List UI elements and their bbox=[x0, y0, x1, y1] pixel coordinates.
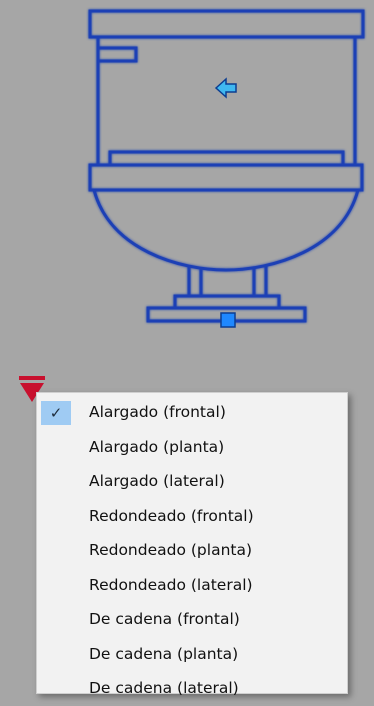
menu-item-alargado-lateral[interactable]: Alargado (lateral) bbox=[37, 464, 347, 499]
menu-item-label: Alargado (lateral) bbox=[89, 472, 225, 490]
menu-item-label: De cadena (lateral) bbox=[89, 679, 239, 697]
seat-band bbox=[88, 163, 364, 192]
flush-handle bbox=[96, 46, 138, 63]
menu-item-alargado-planta[interactable]: Alargado (planta) bbox=[37, 430, 347, 465]
menu-item-de-cadena-frontal[interactable]: De cadena (frontal) bbox=[37, 602, 347, 637]
menu-item-label: Alargado (planta) bbox=[89, 437, 225, 456]
toilet-bowl bbox=[92, 189, 360, 272]
menu-item-redondeado-planta[interactable]: Redondeado (planta) bbox=[37, 533, 347, 568]
menu-item-label: Alargado (frontal) bbox=[89, 403, 226, 421]
flip-arrow-icon[interactable] bbox=[214, 77, 237, 99]
menu-item-alargado-frontal[interactable]: ✓ Alargado (frontal) bbox=[37, 395, 347, 430]
menu-item-de-cadena-planta[interactable]: De cadena (planta) bbox=[37, 637, 347, 672]
menu-item-label: Redondeado (planta) bbox=[89, 541, 253, 559]
check-icon: ✓ bbox=[41, 401, 71, 425]
menu-item-redondeado-frontal[interactable]: Redondeado (frontal) bbox=[37, 499, 347, 534]
menu-item-redondeado-lateral[interactable]: Redondeado (lateral) bbox=[37, 568, 347, 603]
menu-item-label: De cadena (planta) bbox=[89, 644, 239, 663]
menu-item-de-cadena-lateral[interactable]: De cadena (lateral) bbox=[37, 671, 347, 706]
tank-lid bbox=[88, 9, 365, 39]
visibility-states-menu[interactable]: ✓ Alargado (frontal) Alargado (planta) A… bbox=[36, 392, 348, 697]
toilet-symbol[interactable] bbox=[88, 9, 365, 323]
pedestal-step bbox=[173, 294, 281, 310]
base-grip[interactable] bbox=[220, 312, 236, 328]
menu-item-label: Redondeado (frontal) bbox=[89, 506, 254, 525]
menu-item-label: De cadena (frontal) bbox=[89, 610, 240, 628]
tank-ledge bbox=[108, 150, 345, 167]
menu-item-label: Redondeado (lateral) bbox=[89, 575, 253, 594]
